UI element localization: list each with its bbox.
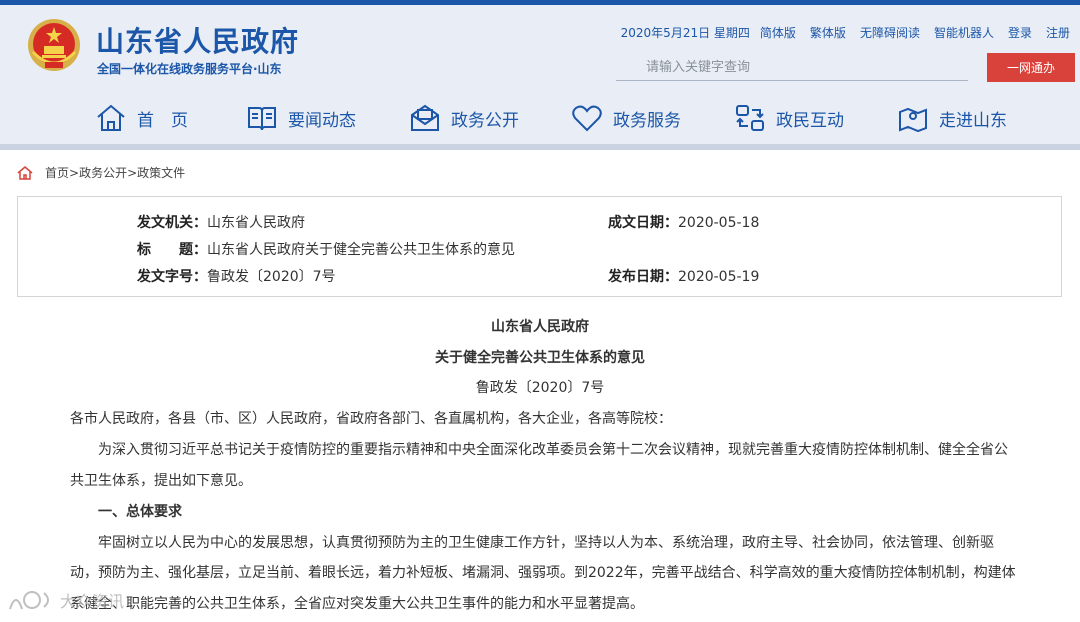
paragraph-line: 动，预防为主、强化基层，立足当前、着眼长远，着力补短板、堵漏洞、强弱项。到202…: [70, 565, 1016, 581]
smart-robot-link[interactable]: 智能机器人: [934, 24, 994, 41]
nav-item-home[interactable]: 首 页: [95, 96, 188, 140]
paragraph-line: 牢固树立以人民为中心的发展思想，认真贯彻预防为主的卫生健康工作方针，坚持以人为本…: [98, 535, 994, 551]
issuer-value: 山东省人民政府: [207, 215, 305, 231]
home-icon[interactable]: [17, 165, 33, 180]
heart-icon: [572, 105, 602, 132]
number-label: 发文字号：: [137, 269, 207, 285]
document-info-box: 发文机关：山东省人民政府 成文日期：2020-05-18 标 题：山东省人民政府…: [17, 196, 1062, 297]
paragraph-line: 共卫生体系，提出如下意见。: [70, 473, 252, 489]
main-nav: 首 页 要闻动态 政务公开 政务服务 政民互动 走进山东: [0, 96, 1080, 140]
title-value: 山东省人民政府关于健全完善公共卫生体系的意见: [207, 242, 515, 258]
one-net-service-button[interactable]: 一网通办: [987, 53, 1075, 82]
title-label: 标 题：: [137, 242, 207, 258]
accessible-reading-link[interactable]: 无障碍阅读: [860, 24, 920, 41]
site-subtitle: 全国一体化在线政务服务平台·山东: [97, 62, 282, 76]
nav-item-shandong[interactable]: 走进山东: [897, 96, 1007, 140]
breadcrumb-gov-affairs[interactable]: 政务公开: [79, 166, 127, 180]
issuer-label: 发文机关：: [137, 215, 207, 231]
interaction-icon: [736, 105, 764, 131]
publish-label: 发布日期：: [608, 269, 678, 285]
home-icon: [97, 104, 125, 131]
nav-item-gov-affairs[interactable]: 政务公开: [409, 96, 519, 140]
national-emblem-icon[interactable]: [27, 18, 81, 72]
paragraph-line: 系健全、职能完善的公共卫生体系，全省应对突发重大公共卫生事件的能力和水平显著提高…: [70, 596, 644, 612]
document-heading: 关于健全完善公共卫生体系的意见: [435, 350, 645, 366]
document-salutation: 各市人民政府，各县（市、区）人民政府，省政府各部门、各直属机构，各大企业，各高等…: [70, 411, 672, 427]
publish-row: 发布日期：2020-05-19: [608, 266, 759, 286]
mail-icon: [411, 104, 439, 131]
nav-label-shandong: 走进山东: [939, 110, 1007, 131]
nav-label-home: 首 页: [137, 110, 188, 131]
nav-item-interaction[interactable]: 政民互动: [734, 96, 844, 140]
breadcrumb-policy-docs[interactable]: 政策文件: [137, 166, 185, 180]
nav-label-gov-affairs: 政务公开: [451, 110, 519, 131]
header-divider: [0, 144, 1080, 150]
map-pin-icon: [899, 107, 927, 133]
search-input[interactable]: [616, 55, 968, 81]
section-heading: 一、总体要求: [98, 504, 182, 520]
document-org: 山东省人民政府: [491, 319, 589, 335]
number-value: 鲁政发〔2020〕7号: [207, 269, 336, 285]
nav-label-news: 要闻动态: [288, 110, 356, 131]
top-links: 2020年5月21日 星期四 简体版 繁体版 无障碍阅读 智能机器人 登录 注册: [621, 24, 1070, 41]
simplified-link[interactable]: 简体版: [760, 24, 796, 41]
breadcrumb-home[interactable]: 首页: [45, 166, 69, 180]
date-row: 成文日期：2020-05-18: [608, 212, 759, 232]
breadcrumb-separator: >: [127, 166, 138, 180]
document-number: 鲁政发〔2020〕7号: [475, 380, 605, 396]
nav-item-news[interactable]: 要闻动态: [246, 96, 356, 140]
date-label: 成文日期：: [608, 215, 678, 231]
date-value: 2020-05-18: [678, 215, 760, 231]
paragraph-line: 为深入贯彻习近平总书记关于疫情防控的重要指示精神和中央全面深化改革委员会第十二次…: [98, 442, 1008, 458]
register-link[interactable]: 注册: [1046, 24, 1070, 41]
number-row: 发文字号：鲁政发〔2020〕7号: [137, 266, 336, 286]
nav-item-gov-services[interactable]: 政务服务: [571, 96, 681, 140]
traditional-link[interactable]: 繁体版: [810, 24, 846, 41]
breadcrumb-separator: >: [69, 166, 80, 180]
watermark-logo-icon: [9, 591, 49, 610]
watermark: 大众资讯: [8, 588, 124, 612]
issuer-row: 发文机关：山东省人民政府: [137, 212, 305, 232]
nav-label-gov-services: 政务服务: [613, 110, 681, 131]
current-date: 2020年5月21日 星期四: [620, 26, 750, 40]
publish-value: 2020-05-19: [678, 269, 760, 285]
login-link[interactable]: 登录: [1008, 24, 1032, 41]
breadcrumb: 首页>政务公开>政策文件: [17, 164, 185, 181]
watermark-text: 大众资讯: [60, 592, 125, 611]
site-title[interactable]: 山东省人民政府: [96, 20, 299, 60]
nav-label-interaction: 政民互动: [776, 110, 844, 131]
book-icon: [248, 107, 276, 131]
title-row: 标 题：山东省人民政府关于健全完善公共卫生体系的意见: [137, 239, 515, 259]
